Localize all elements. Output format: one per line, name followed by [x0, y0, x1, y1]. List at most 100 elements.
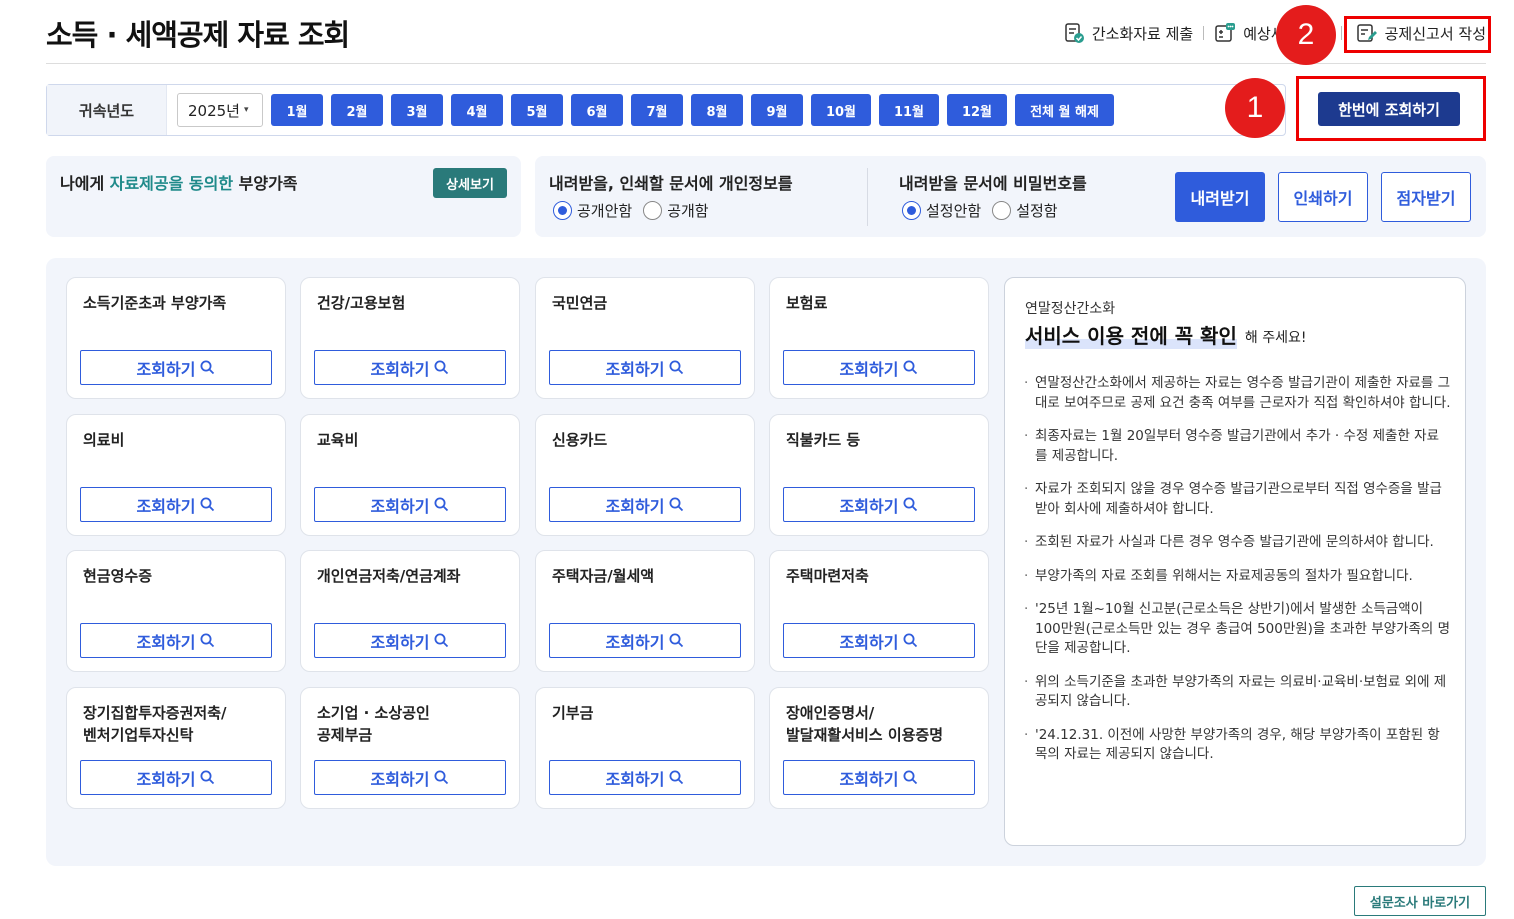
- privacy-option-show-label: 공개함: [667, 202, 709, 220]
- month-button-10[interactable]: 10월: [811, 94, 871, 126]
- notice-item: 조회된 자료가 사실과 다른 경우 영수증 발급기관에 문의하셔야 합니다.: [1023, 533, 1451, 553]
- search-icon: [434, 360, 449, 375]
- month-button-2[interactable]: 2월: [331, 94, 383, 126]
- notice-item: '24.12.31. 이전에 사망한 부양가족의 경우, 해당 부양가족이 포함…: [1023, 726, 1451, 765]
- query-button[interactable]: 조회하기: [783, 760, 975, 795]
- month-button-3[interactable]: 3월: [391, 94, 443, 126]
- month-button-8[interactable]: 8월: [691, 94, 743, 126]
- deduction-card-title: 국민연금: [552, 294, 608, 312]
- query-button-label: 조회하기: [370, 496, 430, 516]
- password-option-off[interactable]: 설정안함: [902, 200, 981, 221]
- search-icon: [903, 770, 918, 785]
- deduction-card: 장기집합투자증권저축/ 벤처기업투자신탁 조회하기: [66, 687, 286, 809]
- query-button-label: 조회하기: [136, 769, 196, 789]
- notice-item: 부양가족의 자료 조회를 위해서는 자료제공동의 절차가 필요합니다.: [1023, 567, 1451, 587]
- query-button[interactable]: 조회하기: [549, 623, 741, 658]
- step-marker-1: 1: [1225, 78, 1285, 138]
- radio-unselected[interactable]: [643, 201, 663, 220]
- deduction-card: 현금영수증 조회하기: [66, 550, 286, 672]
- braille-button[interactable]: 점자받기: [1381, 172, 1471, 222]
- privacy-option-show[interactable]: 공개함: [643, 200, 709, 221]
- dependents-title: 나에게 자료제공을 동의한 부양가족: [60, 170, 298, 194]
- notice-headline: 서비스 이용 전에 꼭 확인 해 주세요!: [1025, 320, 1306, 349]
- search-icon: [669, 770, 684, 785]
- deduction-card-title: 건강/고용보험: [317, 294, 406, 312]
- download-options-panel: 내려받을, 인쇄할 문서에 개인정보를 공개안함 공개함 내려받을 문서에 비밀…: [535, 156, 1486, 237]
- search-icon: [200, 770, 215, 785]
- simple-submit-link[interactable]: 간소화자료 제출: [1063, 22, 1193, 44]
- page-title: 소득 · 세액공제 자료 조회: [46, 18, 350, 52]
- privacy-option-title: 내려받을, 인쇄할 문서에 개인정보를: [549, 174, 793, 193]
- notice-item: 위의 소득기준을 초과한 부양가족의 자료는 의료비·교육비·보험료 외에 제공…: [1023, 673, 1451, 712]
- year-select[interactable]: 2025년 ▾: [177, 93, 263, 127]
- notice-headline-tail: 해 주세요!: [1244, 330, 1307, 346]
- month-button-9[interactable]: 9월: [751, 94, 803, 126]
- query-button[interactable]: 조회하기: [549, 760, 741, 795]
- survey-shortcut-button[interactable]: 설문조사 바로가기: [1354, 886, 1486, 916]
- download-button[interactable]: 내려받기: [1175, 172, 1265, 222]
- deduction-card: 개인연금저축/연금계좌 조회하기: [300, 550, 520, 672]
- query-button[interactable]: 조회하기: [80, 760, 272, 795]
- radio-selected[interactable]: [553, 201, 572, 220]
- query-button[interactable]: 조회하기: [783, 487, 975, 522]
- header-divider: [46, 63, 1486, 64]
- notice-item: 연말정산간소화에서 제공하는 자료는 영수증 발급기관이 제출한 자료를 그대로…: [1023, 374, 1451, 413]
- dependents-title-pre: 나에게: [60, 174, 110, 193]
- query-button-label: 조회하기: [136, 632, 196, 652]
- radio-unselected[interactable]: [992, 201, 1012, 220]
- month-button-5[interactable]: 5월: [511, 94, 563, 126]
- month-button-6[interactable]: 6월: [571, 94, 623, 126]
- search-icon: [200, 360, 215, 375]
- query-button[interactable]: 조회하기: [783, 350, 975, 385]
- query-button-label: 조회하기: [839, 769, 899, 789]
- month-button-4[interactable]: 4월: [451, 94, 503, 126]
- query-button-label: 조회하기: [605, 632, 665, 652]
- dependents-title-post: 부양가족: [233, 174, 298, 193]
- privacy-radio-group: 공개안함 공개함: [553, 200, 720, 221]
- deduction-card: 교육비 조회하기: [300, 414, 520, 536]
- deduction-card: 주택마련저축 조회하기: [769, 550, 989, 672]
- search-icon: [200, 633, 215, 648]
- query-button[interactable]: 조회하기: [314, 350, 506, 385]
- month-button-1[interactable]: 1월: [271, 94, 323, 126]
- write-deduction-form-link[interactable]: 공제신고서 작성: [1352, 22, 1490, 44]
- deduction-card-title: 보험료: [786, 294, 828, 312]
- privacy-option-hide[interactable]: 공개안함: [553, 200, 632, 221]
- dependents-panel: 나에게 자료제공을 동의한 부양가족 상세보기: [46, 156, 521, 237]
- notice-item: 최종자료는 1월 20일부터 영수증 발급기관에서 추가 · 수정 제출한 자료…: [1023, 427, 1451, 466]
- month-button-7[interactable]: 7월: [631, 94, 683, 126]
- deduction-card-title: 신용카드: [552, 431, 608, 449]
- query-button-label: 조회하기: [839, 632, 899, 652]
- query-button[interactable]: 조회하기: [314, 487, 506, 522]
- query-all-button[interactable]: 한번에 조회하기: [1318, 92, 1460, 126]
- month-button-11[interactable]: 11월: [879, 94, 939, 126]
- dependents-detail-button[interactable]: 상세보기: [433, 168, 507, 198]
- query-button-label: 조회하기: [605, 496, 665, 516]
- simple-submit-label: 간소화자료 제출: [1091, 24, 1194, 43]
- query-button-label: 조회하기: [605, 769, 665, 789]
- year-filter-bar: 귀속년도 2025년 ▾ 1월 2월 3월 4월 5월 6월 7월 8월 9월 …: [46, 84, 1286, 136]
- privacy-option-hide-label: 공개안함: [577, 202, 633, 220]
- search-icon: [903, 633, 918, 648]
- radio-selected[interactable]: [902, 201, 921, 220]
- notice-list: 연말정산간소화에서 제공하는 자료는 영수증 발급기관이 제출한 자료를 그대로…: [1023, 374, 1451, 779]
- query-button[interactable]: 조회하기: [549, 350, 741, 385]
- print-button[interactable]: 인쇄하기: [1278, 172, 1368, 222]
- deduction-card: 주택자금/월세액 조회하기: [535, 550, 755, 672]
- estimate-link[interactable]: 예상세: [1214, 22, 1285, 44]
- query-button[interactable]: 조회하기: [314, 623, 506, 658]
- query-button[interactable]: 조회하기: [783, 623, 975, 658]
- query-button-label: 조회하기: [605, 359, 665, 379]
- password-option-on[interactable]: 설정함: [992, 200, 1058, 221]
- query-button[interactable]: 조회하기: [549, 487, 741, 522]
- search-icon: [903, 497, 918, 512]
- month-button-12[interactable]: 12월: [947, 94, 1007, 126]
- clear-all-months-button[interactable]: 전체 월 해제: [1015, 94, 1114, 126]
- query-button[interactable]: 조회하기: [80, 623, 272, 658]
- year-select-value: 2025년: [188, 101, 240, 120]
- query-button[interactable]: 조회하기: [314, 760, 506, 795]
- query-button[interactable]: 조회하기: [80, 487, 272, 522]
- attribution-year-label: 귀속년도: [47, 85, 167, 135]
- deduction-card: 직불카드 등 조회하기: [769, 414, 989, 536]
- query-button[interactable]: 조회하기: [80, 350, 272, 385]
